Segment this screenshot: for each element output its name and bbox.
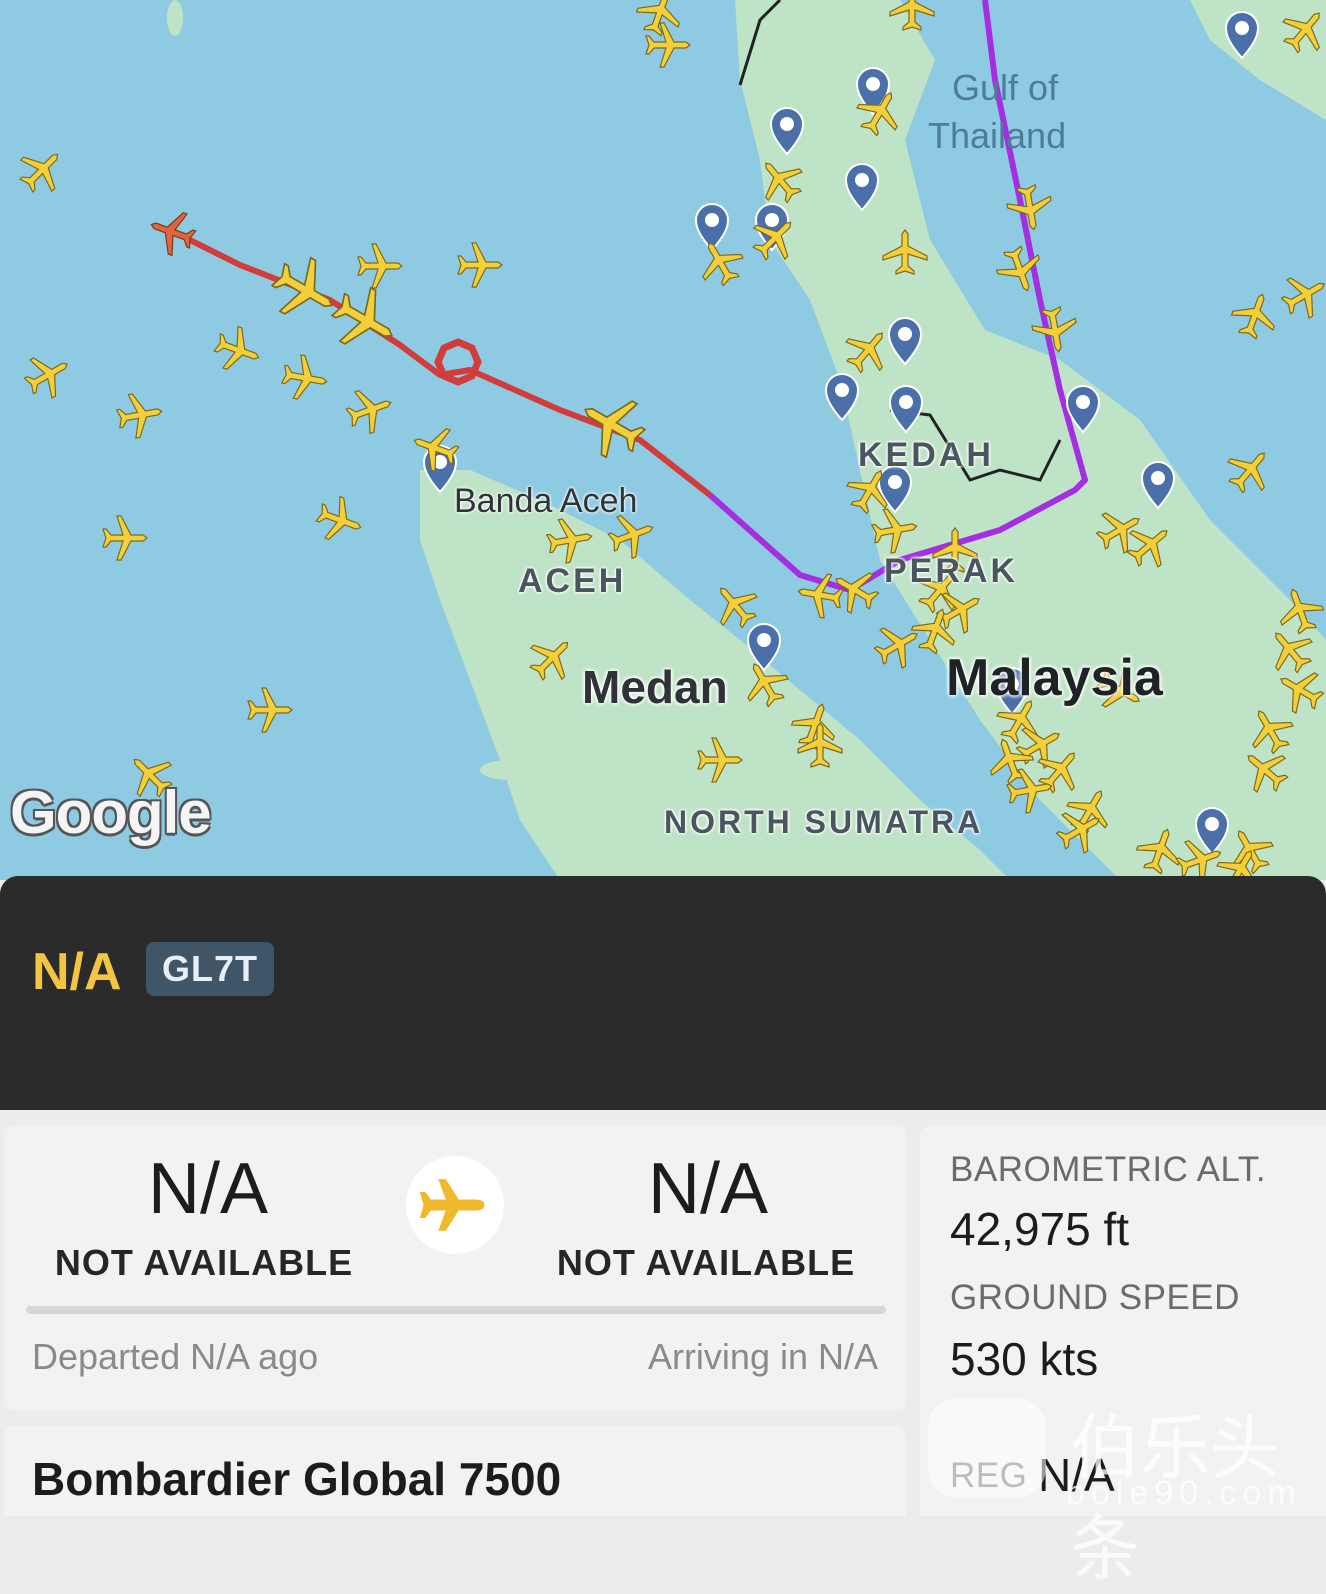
reg-label: REG [950,1456,1028,1495]
north-sumatra-label: NORTH SUMATRA [664,804,984,840]
flight-progress-bar [26,1306,886,1314]
destination-code: N/A [647,1149,769,1229]
banda-aceh-label: Banda Aceh [454,482,638,520]
land-top-right [1190,0,1326,120]
baro-alt-label: BAROMETRIC ALT. [950,1150,1267,1189]
aceh-label: ACEH [518,562,627,600]
reg-value: N/A [1038,1449,1115,1501]
perak-label: PERAK [884,552,1019,590]
ground-speed-value: 530 kts [950,1333,1099,1385]
gulf-of-thailand-label: Gulf of Thailand [928,64,1066,160]
flight-stats-card[interactable]: BAROMETRIC ALT. 42,975 ft GROUND SPEED 5… [920,1126,1326,1516]
flight-map[interactable]: Gulf of Thailand KEDAH PERAK ACEH Banda … [0,0,1326,880]
arriving-time: Arriving in N/A [647,1336,878,1377]
destination-name: NOT AVAILABLE [556,1242,856,1283]
map-canvas [10,0,1326,880]
baro-alt-value: 42,975 ft [950,1203,1130,1255]
ground-speed-label: GROUND SPEED [950,1278,1240,1317]
route-airplane-icon-circle [406,1156,504,1254]
kedah-label: KEDAH [858,436,994,474]
google-logo: Google [10,779,212,846]
aircraft-card[interactable]: Bombardier Global 7500 [4,1426,906,1516]
gulf-label-line2: Thailand [928,115,1067,156]
origin-code: N/A [147,1149,269,1229]
airplane-icon [419,1179,485,1231]
gulf-label-line1: Gulf of [952,67,1059,108]
origin-name: NOT AVAILABLE [54,1242,354,1283]
flight-header[interactable]: N/A GL7T [0,876,1326,1110]
route-card[interactable]: N/A NOT AVAILABLE N/A NOT AVAILABLE Depa… [4,1126,906,1410]
callsign: N/A [32,943,122,1001]
medan-label: Medan [582,661,728,713]
departed-time: Departed N/A ago [32,1336,319,1377]
malaysia-label: Malaysia [946,649,1163,707]
aircraft-model: Bombardier Global 7500 [32,1453,562,1505]
aircraft-type-badge: GL7T [146,942,275,996]
